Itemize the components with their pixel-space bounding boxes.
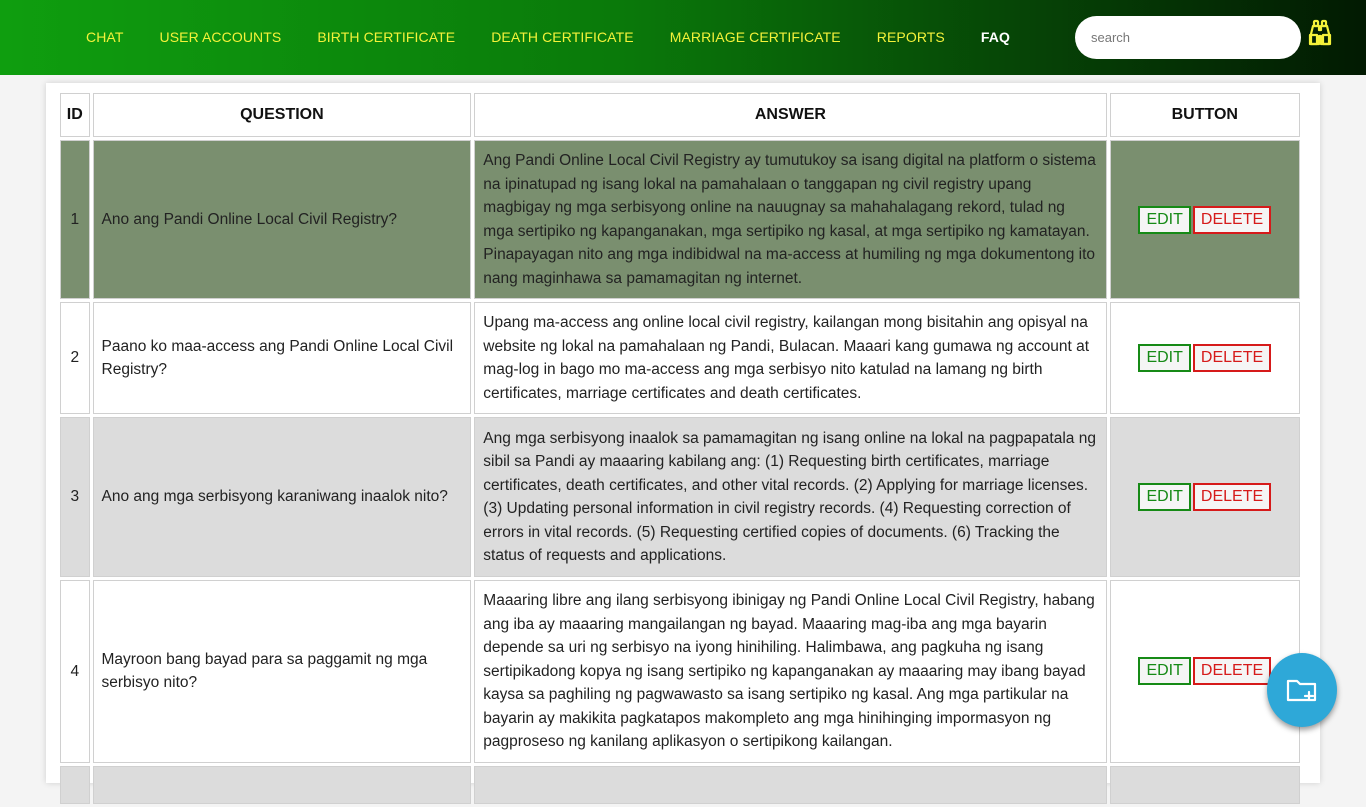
faq-table: ID QUESTION ANSWER BUTTON 1 Ano ang Pand… xyxy=(57,90,1303,807)
row-question xyxy=(92,765,472,804)
top-navbar: CHAT USER ACCOUNTS BIRTH CERTIFICATE DEA… xyxy=(0,0,1366,75)
row-answer: Upang ma-access ang online local civil r… xyxy=(474,302,1107,414)
header-answer: ANSWER xyxy=(474,93,1107,137)
table-row[interactable]: 2 Paano ko maa-access ang Pandi Online L… xyxy=(60,302,1300,414)
binoculars-icon[interactable] xyxy=(1305,18,1335,48)
table-header-row: ID QUESTION ANSWER BUTTON xyxy=(60,93,1300,137)
nav-faq[interactable]: FAQ xyxy=(963,0,1028,75)
row-id: 3 xyxy=(60,417,90,577)
row-question: Paano ko maa-access ang Pandi Online Loc… xyxy=(92,302,472,414)
row-id: 2 xyxy=(60,302,90,414)
row-answer xyxy=(474,765,1107,804)
row-actions xyxy=(1109,765,1300,804)
edit-button[interactable]: EDIT xyxy=(1138,657,1191,686)
row-question: Mayroon bang bayad para sa paggamit ng m… xyxy=(92,580,472,763)
edit-button[interactable]: EDIT xyxy=(1138,205,1191,234)
table-row[interactable]: 1 Ano ang Pandi Online Local Civil Regis… xyxy=(60,140,1300,299)
table-row[interactable]: 3 Ano ang mga serbisyong karaniwang inaa… xyxy=(60,417,1300,577)
search-input[interactable] xyxy=(1075,16,1301,59)
delete-button[interactable]: DELETE xyxy=(1192,205,1272,234)
row-actions: EDIT DELETE xyxy=(1109,302,1300,414)
delete-button[interactable]: DELETE xyxy=(1192,657,1272,686)
row-id: 4 xyxy=(60,580,90,763)
edit-button[interactable]: EDIT xyxy=(1138,483,1191,511)
main-nav: CHAT USER ACCOUNTS BIRTH CERTIFICATE DEA… xyxy=(68,0,1028,75)
table-row[interactable]: 4 Mayroon bang bayad para sa paggamit ng… xyxy=(60,580,1300,763)
row-question: Ano ang mga serbisyong karaniwang inaalo… xyxy=(92,417,472,577)
nav-user-accounts[interactable]: USER ACCOUNTS xyxy=(141,0,299,75)
nav-marriage-certificate[interactable]: MARRIAGE CERTIFICATE xyxy=(652,0,859,75)
nav-death-certificate[interactable]: DEATH CERTIFICATE xyxy=(473,0,652,75)
header-button: BUTTON xyxy=(1109,93,1300,137)
header-question: QUESTION xyxy=(92,93,472,137)
add-faq-button[interactable] xyxy=(1267,653,1337,727)
row-actions: EDIT DELETE xyxy=(1109,140,1300,299)
header-id: ID xyxy=(60,93,90,137)
delete-button[interactable]: DELETE xyxy=(1192,344,1272,372)
row-actions: EDIT DELETE xyxy=(1109,417,1300,577)
table-row xyxy=(60,765,1300,804)
delete-button[interactable]: DELETE xyxy=(1192,483,1272,511)
row-answer: Ang Pandi Online Local Civil Registry ay… xyxy=(474,140,1107,299)
folder-add-icon xyxy=(1286,679,1317,702)
nav-chat[interactable]: CHAT xyxy=(68,0,141,75)
row-question: Ano ang Pandi Online Local Civil Registr… xyxy=(92,140,472,299)
nav-reports[interactable]: REPORTS xyxy=(859,0,963,75)
edit-button[interactable]: EDIT xyxy=(1138,344,1191,372)
nav-birth-certificate[interactable]: BIRTH CERTIFICATE xyxy=(299,0,473,75)
row-id xyxy=(60,765,90,804)
row-answer: Maaaring libre ang ilang serbisyong ibin… xyxy=(474,580,1107,763)
row-answer: Ang mga serbisyong inaalok sa pamamagita… xyxy=(474,417,1107,577)
row-id: 1 xyxy=(60,140,90,299)
faq-card: ID QUESTION ANSWER BUTTON 1 Ano ang Pand… xyxy=(46,83,1320,804)
